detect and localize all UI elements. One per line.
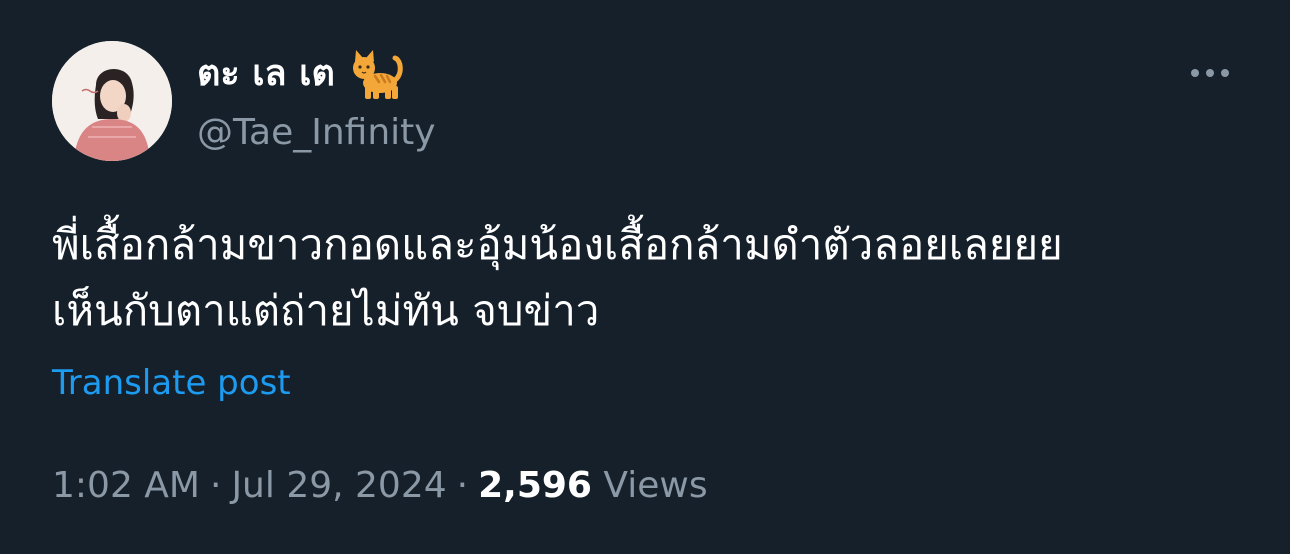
more-options-button[interactable] <box>1182 55 1238 91</box>
avatar[interactable] <box>52 41 172 161</box>
views-count: 2,596 <box>478 465 592 506</box>
tweet-card: ตะ เล เต @Tae_Infinity พี่เสื้อกล้ามขาวก… <box>0 0 1290 554</box>
cat-emoji-icon <box>349 46 405 102</box>
more-dot-icon <box>1191 69 1199 77</box>
display-name[interactable]: ตะ เล เต <box>197 46 335 102</box>
avatar-image <box>52 41 172 161</box>
tweet-meta: 1:02 AM · Jul 29, 2024 · 2,596 Views <box>52 460 708 512</box>
tweet-text: พี่เสื้อกล้ามขาวกอดและอุ้มน้องเสื้อกล้าม… <box>52 212 1252 344</box>
meta-separator: · <box>456 465 469 506</box>
views-label: Views <box>603 465 708 506</box>
post-time[interactable]: 1:02 AM <box>52 465 200 506</box>
tweet-text-line: เห็นกับตาแต่ถ่ายไม่ทัน จบข่าว <box>52 286 600 335</box>
more-dot-icon <box>1221 69 1229 77</box>
translate-post-link[interactable]: Translate post <box>52 358 291 408</box>
tweet-text-line: พี่เสื้อกล้ามขาวกอดและอุ้มน้องเสื้อกล้าม… <box>52 220 1063 269</box>
display-name-row[interactable]: ตะ เล เต <box>197 46 405 102</box>
meta-separator: · <box>209 465 222 506</box>
user-handle[interactable]: @Tae_Infinity <box>197 108 436 158</box>
post-date[interactable]: Jul 29, 2024 <box>231 465 446 506</box>
more-dot-icon <box>1206 69 1214 77</box>
